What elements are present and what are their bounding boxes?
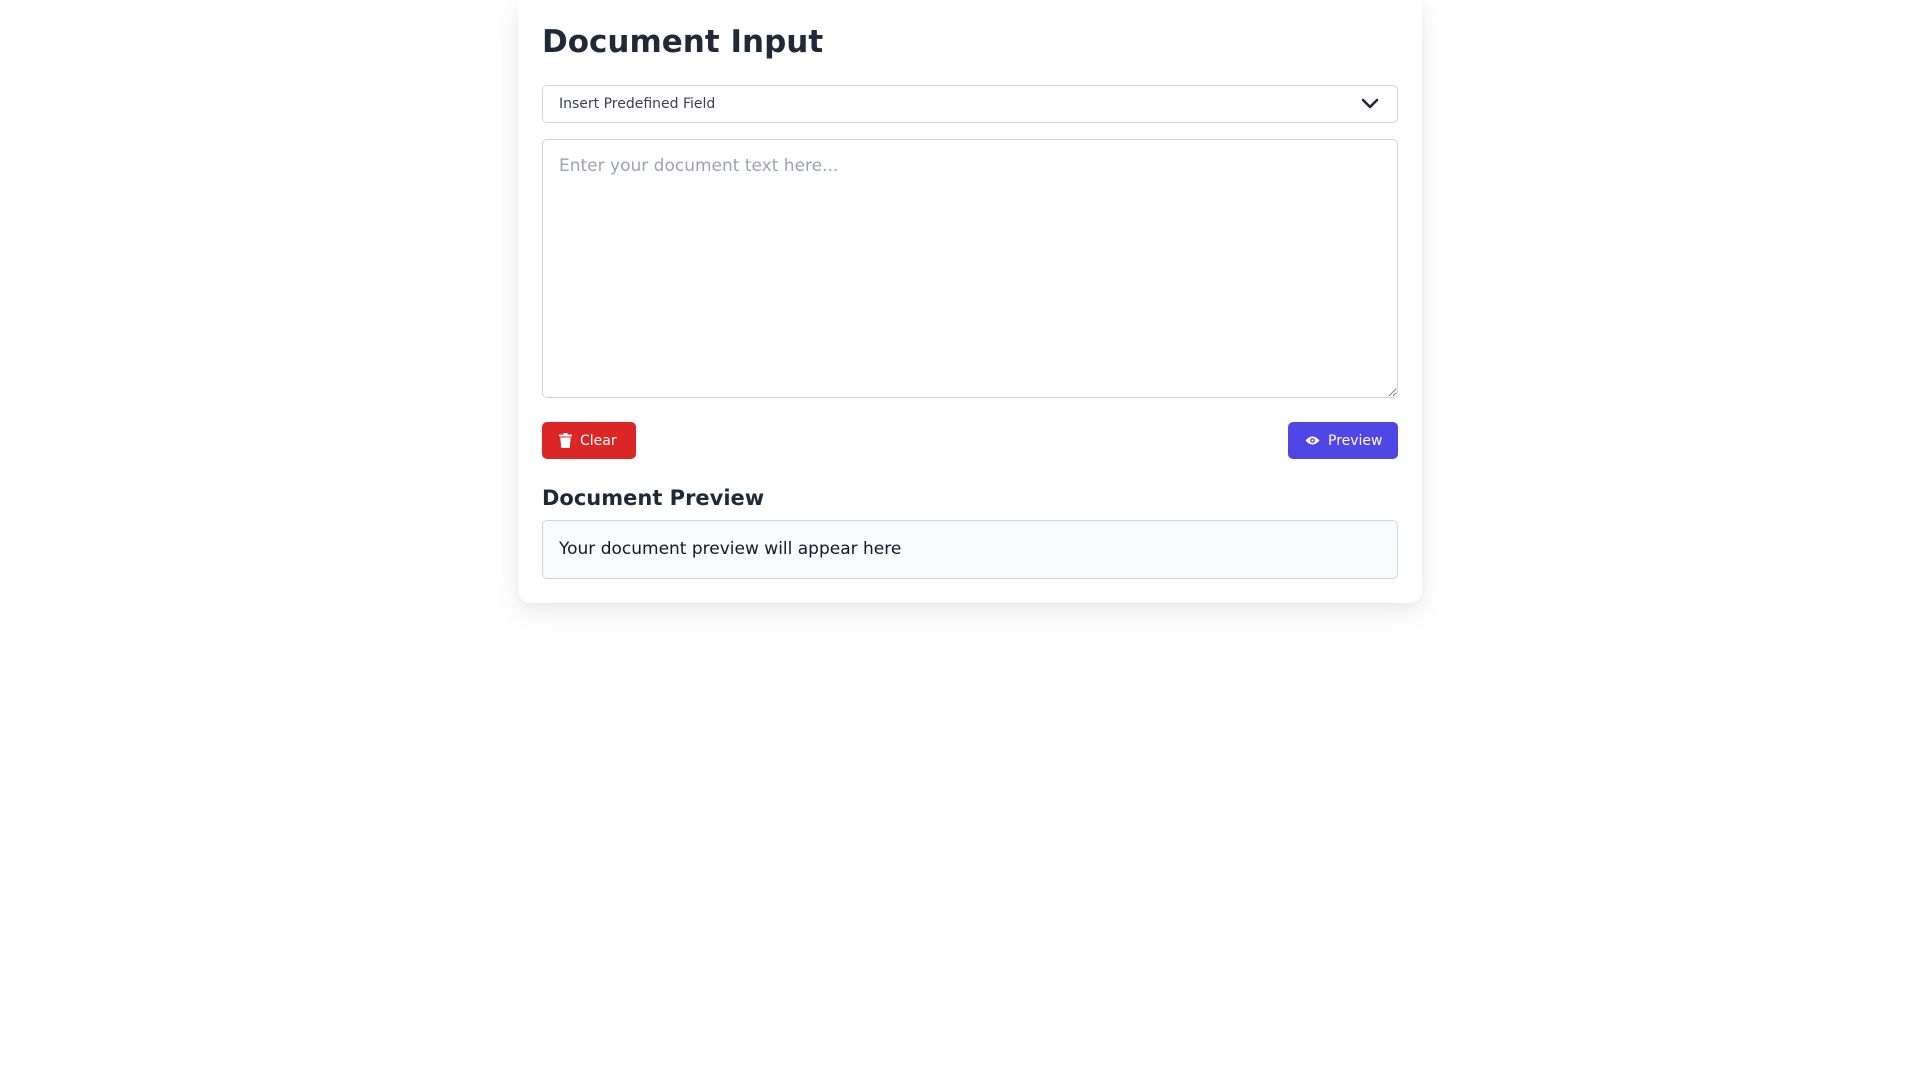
page-title: Document Input: [542, 24, 824, 60]
preview-placeholder-text: Your document preview will appear here: [559, 539, 902, 559]
predefined-field-select[interactable]: Insert Predefined Field: [542, 85, 1398, 123]
trash-icon: [559, 433, 572, 448]
preview-button-label: Preview: [1328, 432, 1383, 449]
document-preview-box: Your document preview will appear here: [542, 520, 1398, 579]
document-card: Document Input Insert Predefined Field C…: [518, 0, 1422, 603]
predefined-field-select-label: Insert Predefined Field: [559, 96, 716, 112]
document-text-input[interactable]: [542, 139, 1398, 398]
clear-button-label: Clear: [580, 432, 617, 449]
eye-icon: [1305, 435, 1320, 446]
preview-heading: Document Preview: [542, 486, 765, 510]
chevron-down-icon: [1361, 98, 1379, 109]
clear-button[interactable]: Clear: [542, 422, 636, 459]
preview-button[interactable]: Preview: [1288, 422, 1398, 459]
